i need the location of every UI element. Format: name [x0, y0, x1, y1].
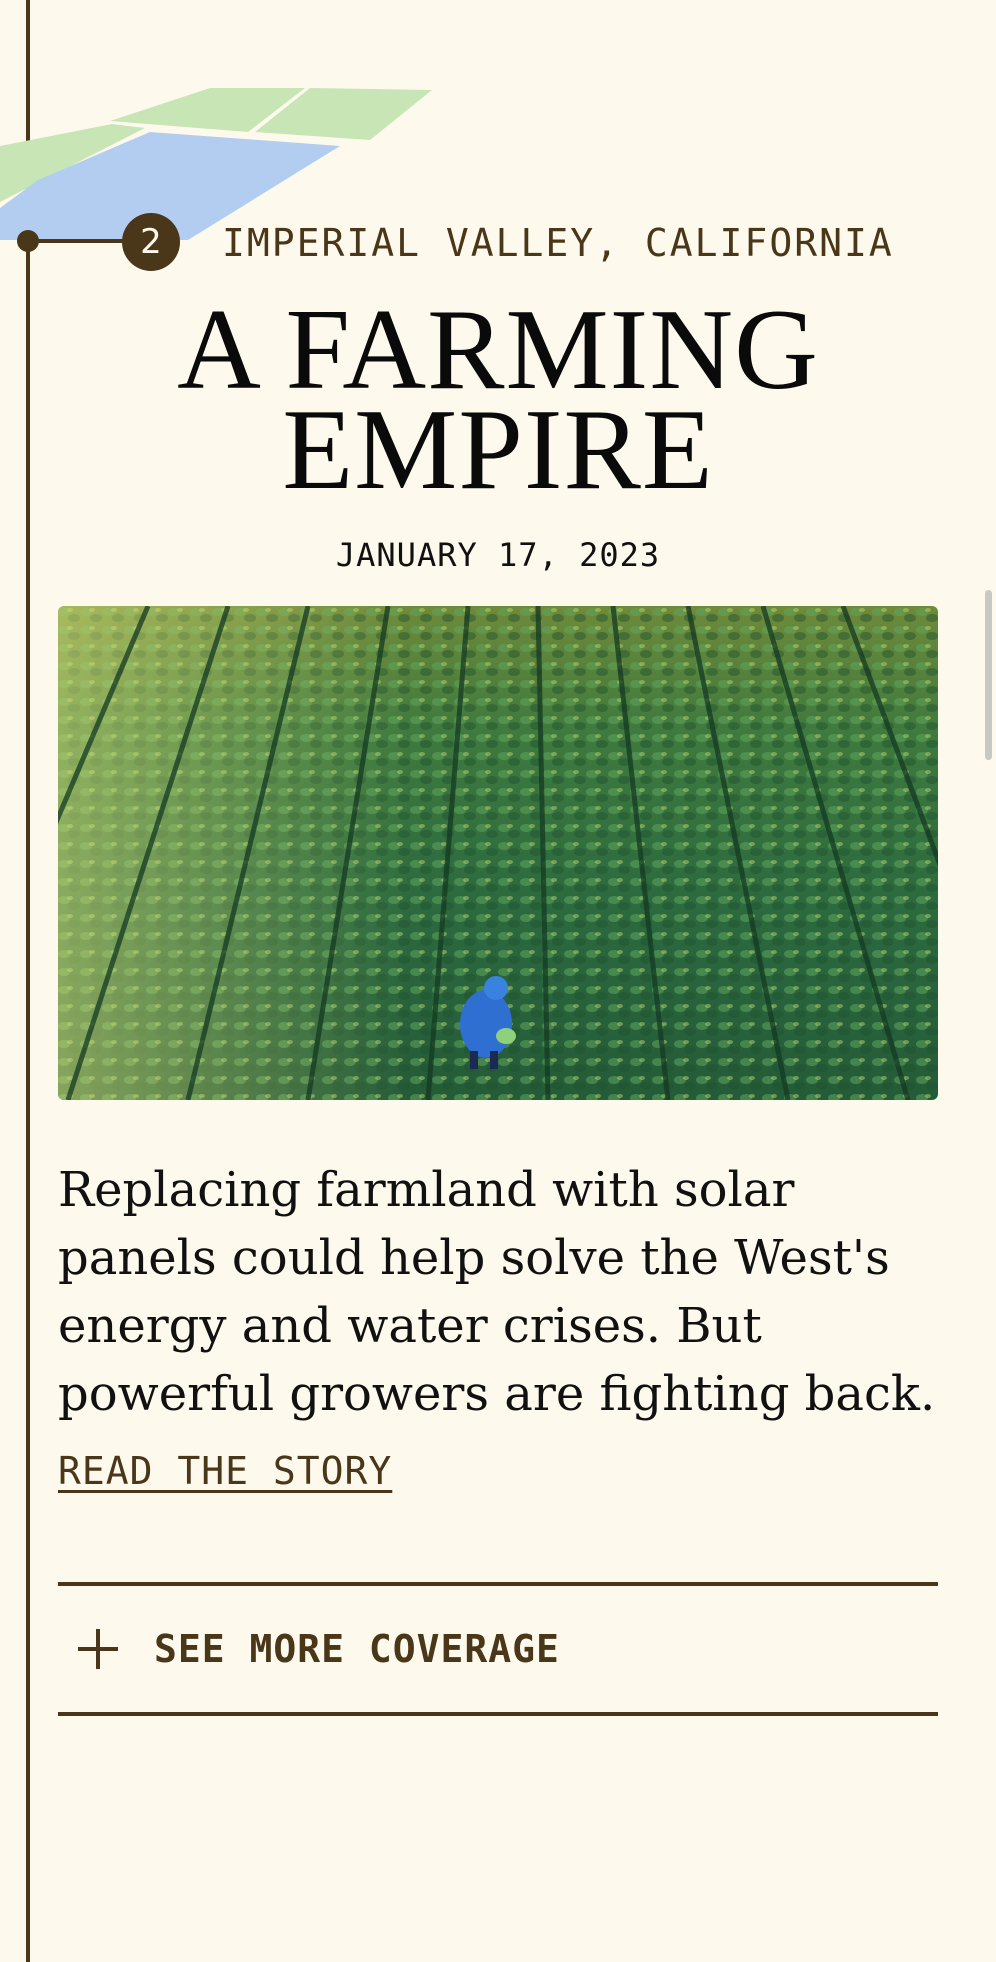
- coverage-divider-bottom: [58, 1712, 938, 1716]
- plus-icon: [78, 1629, 118, 1669]
- see-more-coverage-button[interactable]: SEE MORE COVERAGE: [58, 1586, 938, 1712]
- scrollbar-thumb[interactable]: [985, 590, 992, 760]
- timeline-connector: [28, 239, 128, 243]
- story-headline: A FARMING EMPIRE: [177, 286, 819, 514]
- story-date: JANUARY 17, 2023: [335, 536, 661, 574]
- read-the-story-link[interactable]: READ THE STORY: [58, 1449, 392, 1493]
- farm-field-photo: [58, 606, 938, 1100]
- story-location: IMPERIAL VALLEY, CALIFORNIA: [222, 221, 894, 265]
- timeline-line: [26, 0, 30, 1962]
- story-dek: Replacing farmland with solar panels cou…: [58, 1162, 936, 1422]
- step-number-badge: 2: [122, 213, 180, 271]
- story-photo[interactable]: [58, 606, 938, 1100]
- see-more-coverage-label: SEE MORE COVERAGE: [154, 1627, 560, 1671]
